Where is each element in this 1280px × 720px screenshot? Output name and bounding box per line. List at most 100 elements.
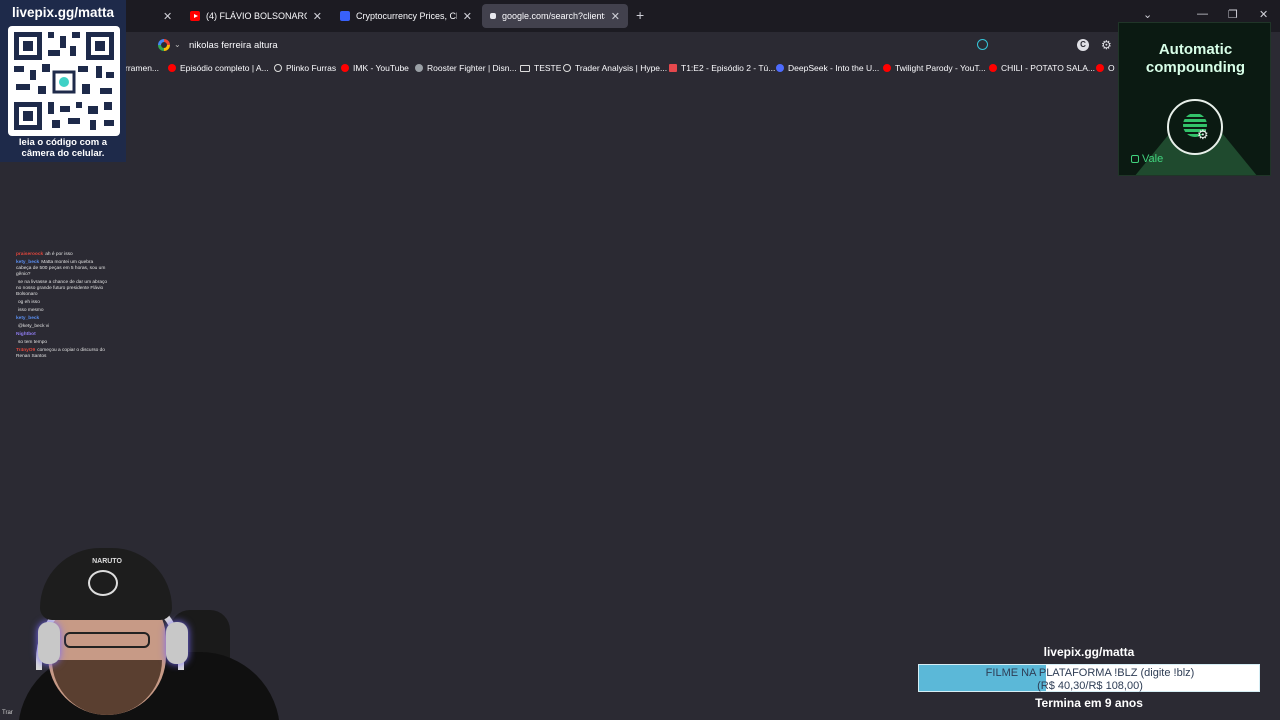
extension-c-icon[interactable]: C (1077, 39, 1089, 51)
bookmark-label: Twilight Parody - YouT... (895, 63, 986, 73)
ad-brand-label: Vale (1142, 153, 1164, 165)
youtube-icon (168, 64, 176, 72)
tab-cryptocurrency-prices[interactable]: Cryptocurrency Prices, Charts A ✕ (332, 4, 480, 28)
coinmarketcap-icon (340, 11, 350, 21)
bookmark-item[interactable]: Trader Analysis | Hype... (563, 63, 667, 73)
bookmark-label: TESTE (534, 63, 562, 73)
chat-username: Tr4nyO9 (16, 348, 36, 353)
chat-message: Tr4nyO9 começou a copiar o discurso do Re… (16, 348, 108, 360)
globe-icon (274, 64, 282, 72)
bookmark-folder[interactable]: TESTE (520, 63, 561, 73)
chat-text: so tem tempo (18, 340, 48, 345)
youtube-icon (341, 64, 349, 72)
goal-label-line: FILME NA PLATAFORMA !BLZ (digite !blz) (985, 667, 1195, 679)
youtube-icon (1096, 64, 1104, 72)
disney-icon (415, 64, 423, 72)
chat-username: kety_beck (16, 260, 40, 265)
vale-logo-icon (1131, 155, 1139, 163)
qr-caption-line: leia o código com a (18, 137, 108, 148)
qr-caption-line: câmera do celular. (21, 147, 105, 159)
chat-username: Nightbot (16, 332, 36, 337)
sponsor-ad-overlay: Automatic compounding ⚙ Vale (1118, 22, 1271, 176)
extensions-puzzle-icon[interactable]: ⚙ (1101, 38, 1112, 52)
close-tab-icon[interactable]: ✕ (163, 10, 172, 23)
chat-message: kety_beck Matta montei um quebra cabeça d… (16, 260, 108, 278)
chat-message: praiseroock ah é por isso (16, 252, 108, 258)
tab-flavio-bolsonaro[interactable]: (4) FLÁVIO BOLSONARO - Intel ✕ (182, 4, 330, 28)
bookmark-item[interactable]: O (1096, 63, 1115, 73)
qr-caption: leia o código com a câmera do celular. (0, 137, 126, 159)
star-plus-icon (669, 64, 677, 72)
bookmark-label: O (1108, 63, 1115, 73)
new-tab-button[interactable]: + (636, 7, 644, 23)
chat-message: Nightbot (16, 332, 108, 338)
bookmark-label: rramen... (125, 63, 160, 73)
minimize-button[interactable]: — (1197, 8, 1208, 20)
leaf-village-logo-icon (88, 570, 118, 596)
bookmark-label: IMK - YouTube (353, 63, 409, 73)
bookmark-item[interactable]: rramen... (125, 63, 159, 73)
tab-title: Cryptocurrency Prices, Charts A (356, 11, 457, 21)
tab-title: (4) FLÁVIO BOLSONARO - Intel (206, 11, 307, 21)
bookmark-item[interactable]: Rooster Fighter | Disn... (415, 63, 517, 73)
bookmark-label: DeepSeek - Into the U... (788, 63, 880, 73)
google-search-engine-icon[interactable] (158, 39, 170, 51)
chat-username: kety_beck (16, 316, 40, 321)
ad-title-line: compounding (1145, 59, 1246, 76)
ad-brand: Vale (1131, 153, 1163, 165)
folder-icon (520, 64, 530, 72)
chevron-down-icon[interactable]: ⌄ (174, 40, 181, 49)
youtube-icon (190, 11, 200, 21)
bookmark-item[interactable]: Twilight Parody - YouT... (883, 63, 986, 73)
qr-code-icon (8, 26, 120, 136)
taskbar-text: Trar (2, 710, 13, 716)
youtube-icon (989, 64, 997, 72)
chat-text: ah é por isso (45, 252, 73, 257)
goal-label: FILME NA PLATAFORMA !BLZ (digite !blz) (… (919, 667, 1261, 693)
bookmark-item[interactable]: DeepSeek - Into the U... (776, 63, 879, 73)
cap-text: NARUTO (92, 558, 122, 565)
url-bar[interactable] (152, 35, 992, 55)
goal-url: livepix.gg/matta (1043, 645, 1135, 659)
bookmark-item[interactable]: CHILI - POTATO SALA... (989, 63, 1095, 73)
list-all-tabs-button[interactable]: ⌄ (1143, 8, 1152, 21)
chat-message: og eh isso (16, 300, 108, 306)
loading-dot-icon (490, 13, 496, 19)
bookmark-label: T1:E2 - Episódio 2 - Tú... (681, 63, 776, 73)
chat-message: kety_beck (16, 316, 108, 322)
bookmark-item[interactable]: T1:E2 - Episódio 2 - Tú... (669, 63, 775, 73)
url-input[interactable]: nikolas ferreira altura (189, 40, 278, 51)
goal-footer: Termina em 9 anos (1035, 696, 1143, 710)
headset-earcup-left (38, 622, 60, 664)
bookmark-label: Trader Analysis | Hype... (575, 63, 668, 73)
globe-icon (563, 64, 571, 72)
chat-message: se na livrasse a chance de dar um abraço… (16, 280, 108, 298)
tab-strip: (4) FLÁVIO BOLSONARO - Intel ✕ Cryptocur… (0, 0, 1280, 32)
chat-text: se na livrasse a chance de dar um abraço… (16, 280, 108, 297)
bookmarks-toolbar: rramen... Episódio completo | A... Plink… (0, 60, 1120, 78)
close-window-button[interactable]: ✕ (1259, 8, 1268, 21)
livepix-qr-overlay: livepix.gg/matta leia o código com a câm… (0, 0, 126, 162)
goal-label-line: (R$ 40,30/R$ 108,00) (1037, 680, 1143, 692)
bookmark-item[interactable]: Plinko Furras (274, 63, 336, 73)
chat-message: isso mesmo (16, 308, 108, 314)
youtube-icon (883, 64, 891, 72)
close-tab-icon[interactable]: ✕ (611, 10, 620, 23)
bookmark-item[interactable]: Episódio completo | A... (168, 63, 269, 73)
ad-title-line: Automatic (1158, 41, 1233, 58)
chat-text: @kety_beck vi (18, 324, 50, 329)
streamer-webcam: NARUTO Trar (0, 540, 280, 720)
bookmark-item[interactable]: IMK - YouTube (341, 63, 409, 73)
goal-progress-bar: FILME NA PLATAFORMA !BLZ (digite !blz) (… (918, 664, 1260, 692)
tab-title: google.com/search?client=firef (502, 11, 605, 21)
restore-button[interactable]: ❐ (1228, 8, 1238, 21)
qr-title: livepix.gg/matta (11, 5, 115, 20)
chat-message: so tem tempo (16, 340, 108, 346)
coins-icon (1167, 99, 1223, 155)
translate-globe-icon[interactable] (977, 39, 988, 50)
close-tab-icon[interactable]: ✕ (463, 10, 472, 23)
tab-google-search[interactable]: google.com/search?client=firef ✕ (482, 4, 628, 28)
bookmark-label: Plinko Furras (286, 63, 337, 73)
close-tab-icon[interactable]: ✕ (313, 10, 322, 23)
bookmark-label: Episódio completo | A... (180, 63, 269, 73)
